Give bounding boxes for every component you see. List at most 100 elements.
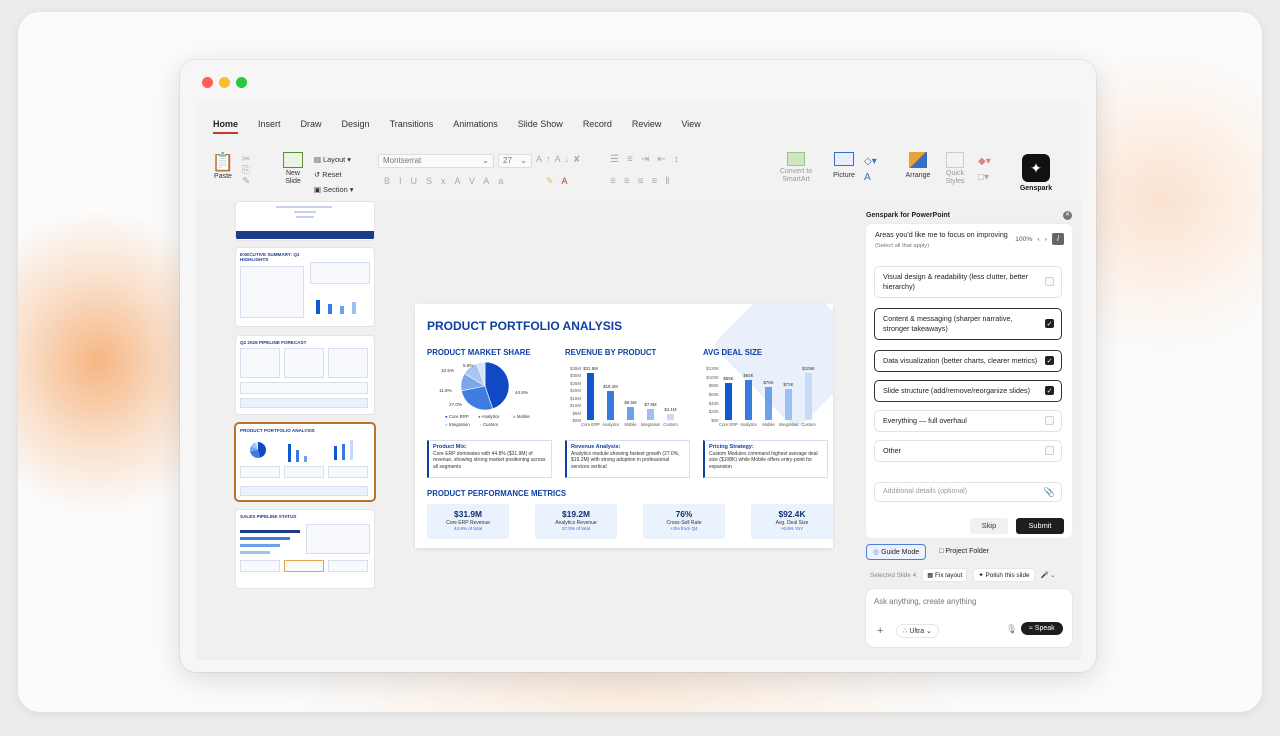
list-buttons[interactable]: ☰≡⇥⇤↕ (610, 154, 687, 165)
pie-label-custom: 5.8% (463, 363, 474, 368)
slide-thumbnail-5[interactable]: SALES PIPELINE STATUS (236, 510, 374, 588)
plus-icon[interactable]: + (877, 625, 883, 637)
thumbnail-title: Q2 2026 PIPELINE FORECAST (240, 340, 307, 345)
chevron-right-icon[interactable]: › (1045, 236, 1047, 243)
paste-button[interactable]: 📋 Paste (208, 152, 238, 180)
option-everything[interactable]: Everything — full overhaul (874, 410, 1062, 433)
guide-mode-button[interactable]: ◎ Guide Mode (866, 544, 927, 560)
slide-thumbnail-2[interactable]: EXECUTIVE SUMMARY: Q1 HIGHLIGHTS (236, 248, 374, 326)
paperclip-icon[interactable]: 📎 (1044, 487, 1055, 498)
reset-button[interactable]: ↺ Reset (314, 167, 353, 182)
option-label: Other (883, 446, 901, 455)
performance-title: PRODUCT PERFORMANCE METRICS (427, 489, 567, 498)
new-slide-button[interactable]: New Slide (276, 152, 310, 185)
fix-layout-button[interactable]: ▦ Fix layout (922, 568, 968, 582)
tab-draw[interactable]: Draw (301, 119, 322, 134)
info-icon[interactable]: i (1052, 233, 1064, 245)
model-select[interactable]: ∴ Ultra ⌄ (896, 624, 940, 638)
thumb-metrics-row (240, 398, 368, 408)
checkbox-checked[interactable]: ✓ (1045, 386, 1054, 396)
convert-smartart-button[interactable]: Convert to SmartArt (772, 152, 820, 183)
option-data-visualization[interactable]: Data visualization (better charts, clear… (874, 350, 1062, 373)
slide-thumbnail-1[interactable] (236, 202, 374, 240)
font-color-icon: A (561, 176, 576, 186)
legend-core-erp: ● Core ERP (445, 414, 469, 419)
minimize-window-button[interactable] (219, 77, 230, 88)
option-other[interactable]: Other (874, 440, 1062, 463)
arrange-button[interactable]: Arrange (902, 152, 934, 179)
slide-thumbnail-3[interactable]: Q2 2026 PIPELINE FORECAST (236, 336, 374, 414)
zoom-value: 100% (1015, 235, 1033, 243)
chevron-down-icon: ⌄ (482, 156, 489, 165)
project-folder-button[interactable]: □ Project Folder (932, 544, 996, 560)
checkbox[interactable] (1045, 416, 1054, 426)
font-name-select[interactable]: Montserrat ⌄ (378, 154, 494, 168)
close-icon[interactable]: ✕ (1063, 211, 1072, 220)
question-text: Areas you'd like me to focus on improvin… (875, 230, 1015, 250)
tab-design[interactable]: Design (342, 119, 370, 134)
quick-styles-button[interactable]: Quick Styles (938, 152, 972, 185)
tab-transitions[interactable]: Transitions (390, 119, 434, 134)
subscript-icon: x (441, 176, 455, 186)
picture-button[interactable]: Picture (828, 152, 860, 179)
insight-product-mix: Product Mix: Core ERP dominates with 44.… (427, 440, 552, 478)
y-axis-tick: $40K (708, 400, 719, 406)
option-visual-design[interactable]: Visual design & readability (less clutte… (874, 266, 1062, 299)
fill-outline-buttons[interactable]: ◆▾ □▾ (978, 154, 991, 186)
tab-review[interactable]: Review (632, 119, 662, 134)
bar-data-label: $108K (802, 366, 815, 372)
tab-home[interactable]: Home (213, 119, 239, 134)
pie-label-integration: 11.9% (439, 388, 452, 393)
tab-insert[interactable]: Insert (258, 119, 281, 134)
folder-icon: □ (939, 548, 944, 555)
strikethrough-icon: S (426, 176, 442, 186)
bar-mobile (765, 387, 772, 420)
font-size-adjust[interactable]: A↑A↓✘ (536, 154, 585, 165)
polish-slide-button[interactable]: ✦ Polish this slide (973, 568, 1035, 582)
layout-button[interactable]: ▤ Layout ▾ (314, 152, 353, 167)
context-row: Selected Slide 4 ▦ Fix layout ✦ Polish t… (870, 568, 1056, 582)
y-axis-tick: $10M (570, 403, 581, 409)
y-axis-tick: $5M (572, 410, 581, 416)
chevron-left-icon[interactable]: ‹ (1037, 236, 1039, 243)
ask-input[interactable] (874, 597, 1054, 606)
ribbon-tab-bar: Home Insert Draw Design Transitions Anim… (196, 100, 1081, 146)
tab-record[interactable]: Record (583, 119, 612, 134)
slide-thumbnail-4[interactable]: PRODUCT PORTFOLIO ANALYSIS (236, 424, 374, 500)
checkbox-checked[interactable]: ✓ (1045, 356, 1054, 366)
close-window-button[interactable] (202, 77, 213, 88)
layout-controls: ▤ Layout ▾ ↺ Reset ▣ Section ▾ (314, 152, 353, 197)
tab-view[interactable]: View (681, 119, 700, 134)
quick-styles-icon (946, 152, 964, 168)
font-size-select[interactable]: 27 ⌄ (498, 154, 532, 168)
tab-slide-show[interactable]: Slide Show (518, 119, 563, 134)
new-slide-icon (283, 152, 303, 168)
y-axis-tick: $80K (708, 383, 719, 389)
genspark-button[interactable]: ✦ Genspark (1016, 154, 1056, 192)
mic-icon[interactable]: 🎙 (1006, 624, 1017, 635)
skip-button[interactable]: Skip (970, 518, 1008, 534)
voice-dropdown[interactable]: 🎤 ⌄ (1041, 571, 1056, 579)
option-label: Content & messaging (sharper narrative, … (883, 314, 1013, 334)
shapes-textbox-buttons[interactable]: ◇▾ 𝖠 (864, 154, 877, 186)
option-slide-structure[interactable]: Slide structure (add/remove/reorganize s… (874, 380, 1062, 403)
color-buttons[interactable]: ✎A (546, 176, 576, 187)
current-slide[interactable]: PRODUCT PORTFOLIO ANALYSIS PRODUCT MARKE… (415, 304, 833, 548)
tab-animations[interactable]: Animations (453, 119, 498, 134)
additional-details-input[interactable]: Additional details (optional) 📎 (874, 482, 1062, 502)
checkbox[interactable] (1045, 446, 1054, 456)
submit-button[interactable]: Submit (1016, 518, 1064, 534)
option-content-messaging[interactable]: Content & messaging (sharper narrative, … (874, 308, 1062, 341)
align-buttons[interactable]: ≡≡≡≡‖ (610, 176, 678, 187)
thumb-insight (328, 560, 368, 572)
checkbox[interactable] (1045, 277, 1054, 287)
section-button[interactable]: ▣ Section ▾ (314, 182, 353, 197)
speak-button[interactable]: ≈ Speak (1021, 622, 1063, 635)
zoom-window-button[interactable] (236, 77, 247, 88)
picture-icon (834, 152, 854, 166)
location-pin-icon: ◎ (873, 549, 880, 556)
text-format-buttons[interactable]: BIUSxAVAa (384, 176, 512, 186)
checkbox-checked[interactable]: ✓ (1045, 319, 1054, 329)
slide-thumbnail-pane: EXECUTIVE SUMMARY: Q1 HIGHLIGHTS Q2 2026… (236, 202, 376, 660)
cut-copy-icons[interactable]: ✂ ⎘ ✎ (242, 154, 250, 187)
